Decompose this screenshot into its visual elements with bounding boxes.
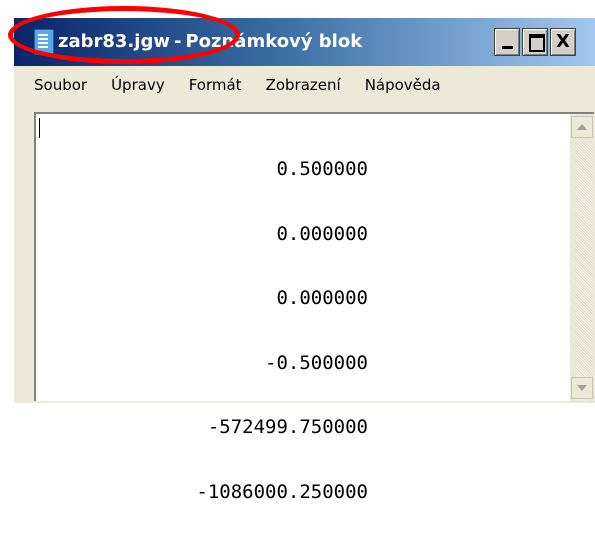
- menu-napoveda[interactable]: Nápověda: [353, 76, 453, 94]
- maximize-icon: [529, 34, 545, 52]
- menu-format[interactable]: Formát: [177, 76, 254, 94]
- text-editor[interactable]: 0.500000 0.000000 0.000000 -0.500000 -57…: [34, 112, 594, 502]
- minimize-icon: [502, 46, 513, 49]
- text-content[interactable]: 0.500000 0.000000 0.000000 -0.500000 -57…: [36, 116, 368, 546]
- vertical-scrollbar[interactable]: [570, 114, 594, 401]
- notepad-window: zabr83.jgw - Poznámkový blok X Soubor Úpra…: [14, 18, 595, 502]
- minimize-button[interactable]: [494, 28, 520, 56]
- text-line: 0.000000: [276, 287, 368, 309]
- close-button[interactable]: X: [550, 28, 576, 56]
- text-line: -0.500000: [265, 351, 368, 374]
- highlight-annotation: [8, 6, 240, 64]
- menu-zobrazeni[interactable]: Zobrazení: [254, 76, 353, 94]
- close-icon: X: [556, 31, 570, 52]
- menu-soubor[interactable]: Soubor: [14, 76, 99, 94]
- scroll-down-button[interactable]: [571, 377, 593, 399]
- menu-bar: Soubor Úpravy Formát Zobrazení Nápověda: [14, 70, 595, 100]
- text-line: -572499.750000: [207, 416, 368, 438]
- arrow-up-icon: [577, 124, 587, 130]
- arrow-down-icon: [577, 385, 587, 391]
- maximize-button[interactable]: [522, 28, 548, 56]
- text-line: -1086000.250000: [196, 480, 368, 503]
- menu-upravy[interactable]: Úpravy: [99, 76, 177, 94]
- text-line: 0.000000: [276, 222, 368, 245]
- text-line: 0.500000: [276, 158, 368, 180]
- scroll-up-button[interactable]: [571, 116, 593, 138]
